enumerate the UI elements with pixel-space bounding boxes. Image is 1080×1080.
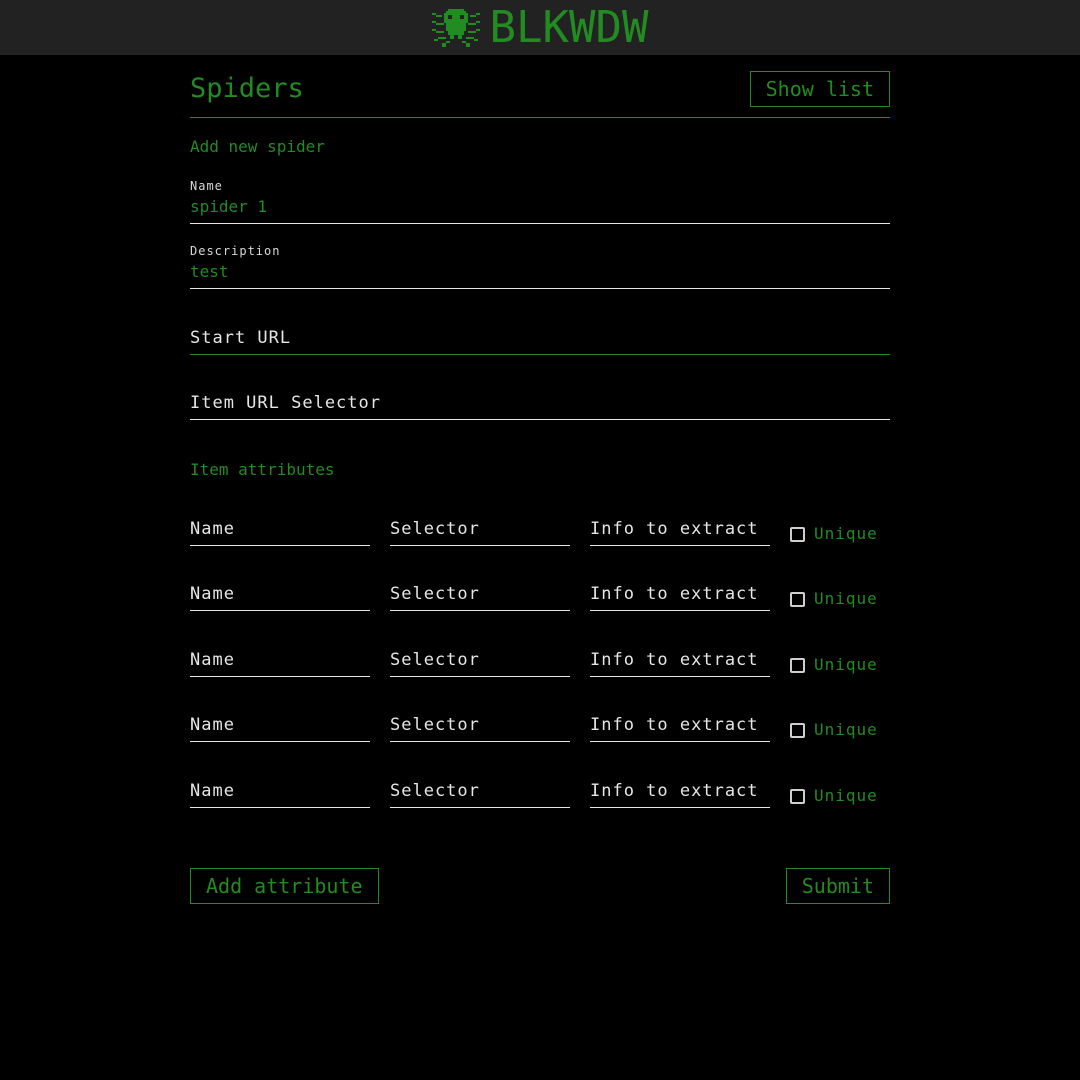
unique-label: Unique xyxy=(814,589,878,608)
attribute-selector-input[interactable] xyxy=(390,712,570,742)
unique-toggle[interactable]: Unique xyxy=(790,720,878,740)
attribute-info-input[interactable] xyxy=(590,647,770,677)
name-input[interactable]: spider 1 xyxy=(190,193,890,224)
unique-toggle[interactable]: Unique xyxy=(790,524,878,544)
attribute-row: Unique xyxy=(190,516,890,556)
attribute-name-input[interactable] xyxy=(190,712,370,742)
attribute-selector-input[interactable] xyxy=(390,778,570,808)
add-spider-heading: Add new spider xyxy=(190,137,325,156)
add-attribute-button[interactable]: Add attribute xyxy=(190,868,379,904)
attribute-name-input[interactable] xyxy=(190,647,370,677)
unique-label: Unique xyxy=(814,786,878,805)
attribute-name-input[interactable] xyxy=(190,581,370,611)
unique-label: Unique xyxy=(814,524,878,543)
unique-toggle[interactable]: Unique xyxy=(790,786,878,806)
name-field-label: Name xyxy=(190,179,223,193)
attribute-name-input[interactable] xyxy=(190,516,370,546)
item-url-selector-field xyxy=(190,390,890,420)
page-header: Spiders Show list xyxy=(190,55,890,118)
description-input[interactable]: test xyxy=(190,258,890,289)
brand-name: BLKWDW xyxy=(489,1,649,53)
attribute-info-input[interactable] xyxy=(590,712,770,742)
attribute-row: Unique xyxy=(190,712,890,752)
description-field-label: Description xyxy=(190,244,281,258)
attribute-selector-input[interactable] xyxy=(390,516,570,546)
item-attributes-heading: Item attributes xyxy=(190,460,335,479)
unique-label: Unique xyxy=(814,655,878,674)
unique-checkbox[interactable] xyxy=(790,788,805,804)
attribute-selector-input[interactable] xyxy=(390,581,570,611)
unique-toggle[interactable]: Unique xyxy=(790,589,878,609)
main-content: Spiders Show list Add new spider Name sp… xyxy=(190,55,890,904)
unique-checkbox[interactable] xyxy=(790,526,805,542)
attribute-row: Unique xyxy=(190,581,890,621)
attribute-name-input[interactable] xyxy=(190,778,370,808)
unique-checkbox[interactable] xyxy=(790,657,805,673)
attribute-selector-input[interactable] xyxy=(390,647,570,677)
top-navbar: BLKWDW xyxy=(0,0,1080,55)
attribute-row: Unique xyxy=(190,647,890,687)
description-field: Description test xyxy=(190,244,890,289)
brand-link[interactable]: BLKWDW xyxy=(431,1,649,53)
attribute-info-input[interactable] xyxy=(590,581,770,611)
unique-checkbox[interactable] xyxy=(790,591,805,607)
unique-label: Unique xyxy=(814,720,878,739)
submit-button[interactable]: Submit xyxy=(785,868,890,904)
page-title: Spiders xyxy=(190,73,304,104)
unique-checkbox[interactable] xyxy=(790,722,805,738)
unique-toggle[interactable]: Unique xyxy=(790,655,878,675)
start-url-field xyxy=(190,325,890,355)
start-url-input[interactable] xyxy=(190,325,890,355)
item-url-selector-input[interactable] xyxy=(190,390,890,420)
attribute-row: Unique xyxy=(190,778,890,818)
spider-icon xyxy=(431,8,480,47)
attribute-info-input[interactable] xyxy=(590,516,770,546)
attribute-info-input[interactable] xyxy=(590,778,770,808)
show-list-button[interactable]: Show list xyxy=(749,71,890,107)
name-field: Name spider 1 xyxy=(190,179,890,224)
